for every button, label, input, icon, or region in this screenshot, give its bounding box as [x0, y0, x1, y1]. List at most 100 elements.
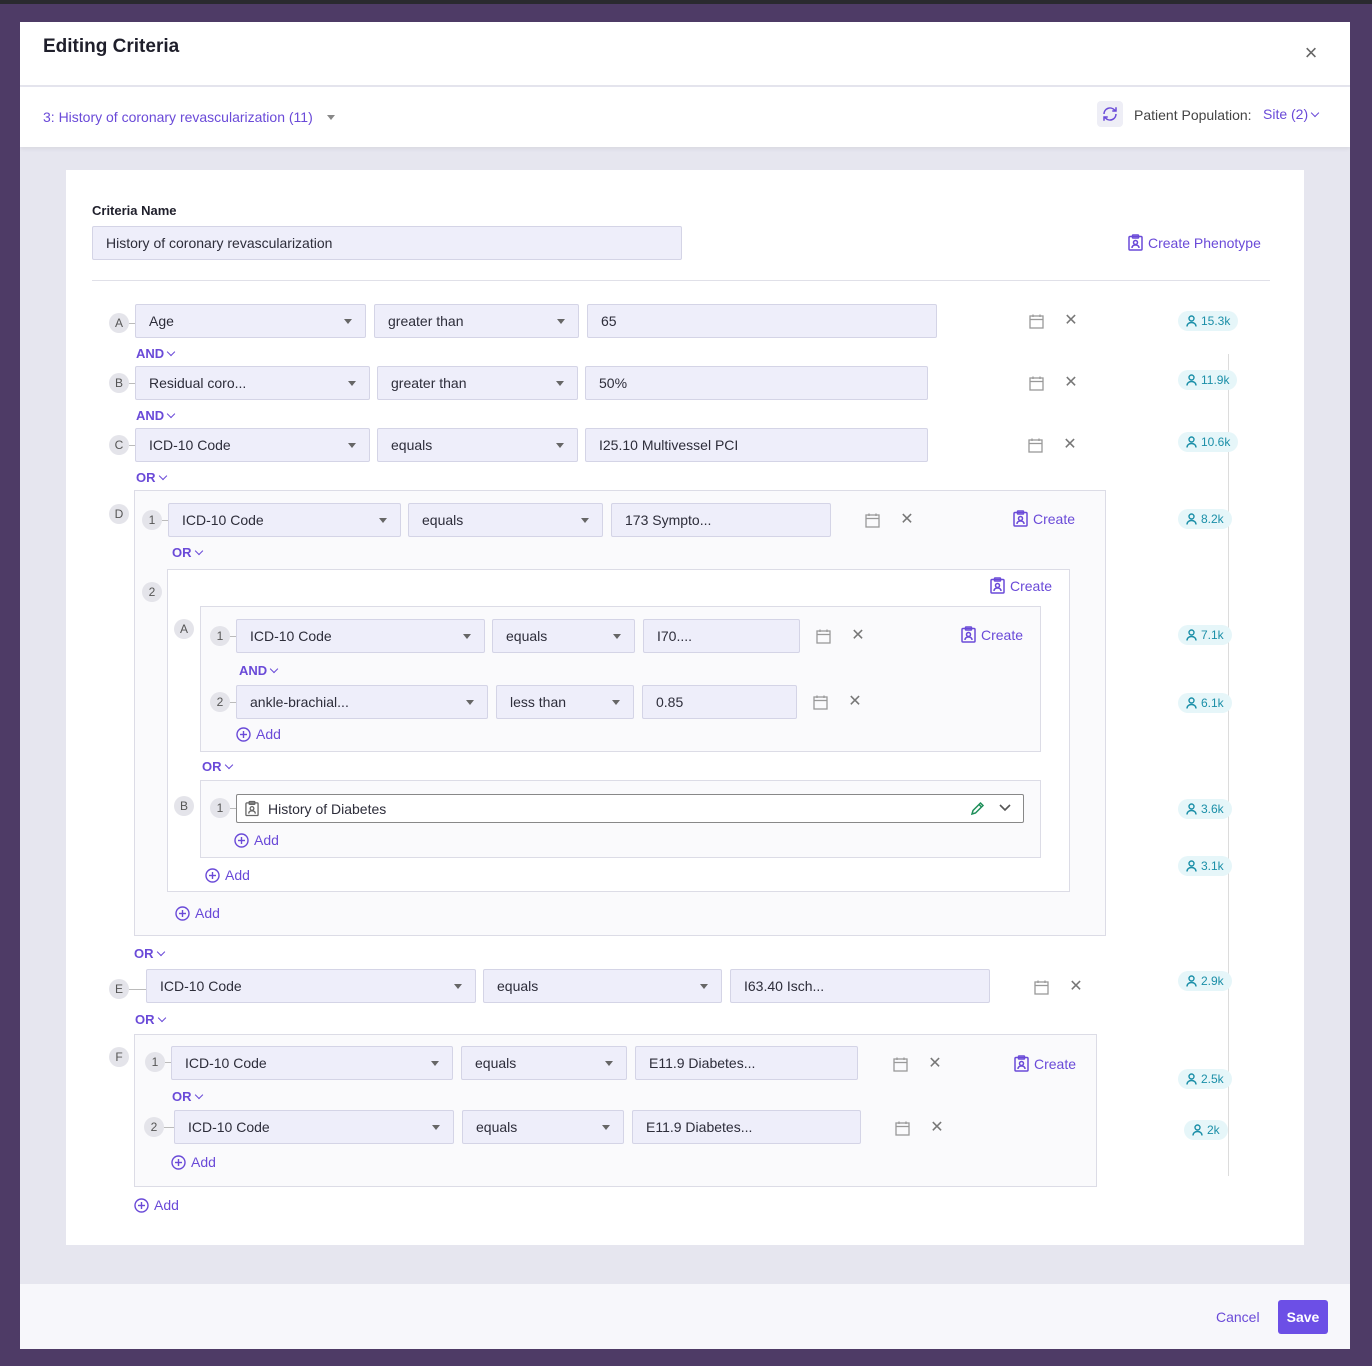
save-button[interactable]: Save [1278, 1300, 1328, 1334]
remove-icon[interactable]: ✕ [1068, 979, 1084, 995]
remove-icon[interactable]: ✕ [1062, 437, 1078, 453]
person-icon [1186, 513, 1197, 525]
remove-icon[interactable]: ✕ [1063, 375, 1079, 391]
field-select[interactable]: ICD-10 Code [171, 1046, 453, 1080]
create-phenotype-button[interactable]: Create [990, 577, 1052, 594]
field-select[interactable]: Residual coro... [135, 366, 370, 400]
row-number-badge: 1 [210, 798, 230, 818]
add-condition-button[interactable]: Add [175, 905, 220, 921]
connector-and-toggle[interactable]: AND [239, 663, 279, 678]
caret-down-icon [326, 115, 335, 120]
remove-icon[interactable]: ✕ [929, 1120, 945, 1136]
connector-or-toggle[interactable]: OR [134, 946, 165, 961]
calendar-icon[interactable] [1033, 979, 1049, 995]
operator-select[interactable]: equals [461, 1046, 627, 1080]
create-phenotype-button[interactable]: Create [961, 626, 1023, 643]
value-input[interactable]: 50% [585, 366, 928, 400]
create-phenotype-button[interactable]: Create [1014, 1055, 1076, 1072]
count-value: 2k [1207, 1123, 1220, 1137]
patient-population-select[interactable]: Site (2) [1263, 106, 1320, 122]
add-condition-button[interactable]: Add [236, 726, 281, 742]
phenotype-select[interactable]: History of Diabetes [236, 794, 1024, 823]
field-select[interactable]: ICD-10 Code [168, 503, 401, 537]
person-icon [1186, 697, 1197, 709]
count-value: 3.1k [1201, 859, 1224, 873]
connector-and-toggle[interactable]: AND [136, 408, 176, 423]
field-select[interactable]: Age [135, 304, 366, 338]
person-icon [1186, 315, 1197, 327]
patient-population-label: Patient Population: [1134, 107, 1252, 123]
chevron-down-icon[interactable] [999, 804, 1011, 812]
criteria-name-input[interactable]: History of coronary revascularization [92, 226, 682, 260]
value-input[interactable]: I63.40 Isch... [730, 969, 990, 1003]
operator-select[interactable]: equals [408, 503, 603, 537]
plus-circle-icon [134, 1197, 149, 1213]
connector-and-toggle[interactable]: AND [136, 346, 176, 361]
calendar-icon[interactable] [864, 512, 880, 528]
connector-label: OR [172, 1089, 192, 1104]
chevron-down-icon [166, 347, 176, 357]
editing-criteria-modal: Editing Criteria × 3: History of coronar… [20, 22, 1350, 1349]
field-select[interactable]: ICD-10 Code [135, 428, 370, 462]
connector-or-toggle[interactable]: OR [202, 759, 233, 774]
create-phenotype-button[interactable]: Create [1013, 510, 1075, 527]
person-icon [1186, 1073, 1197, 1085]
field-select[interactable]: ICD-10 Code [174, 1110, 454, 1144]
operator-select[interactable]: equals [377, 428, 578, 462]
value-input[interactable]: 173 Sympto... [611, 503, 831, 537]
value-input[interactable]: I25.10 Multivessel PCI [585, 428, 928, 462]
calendar-icon[interactable] [892, 1056, 908, 1072]
create-phenotype-button[interactable]: Create Phenotype [1128, 234, 1261, 251]
operator-select[interactable]: equals [492, 619, 635, 653]
add-condition-button[interactable]: Add [171, 1154, 216, 1170]
connector-line [129, 989, 146, 990]
connector-or-toggle[interactable]: OR [172, 1089, 203, 1104]
connector-or-toggle[interactable]: OR [135, 1012, 166, 1027]
add-criteria-button[interactable]: Add [134, 1197, 179, 1213]
remove-icon[interactable]: ✕ [927, 1056, 943, 1072]
operator-select[interactable]: equals [462, 1110, 624, 1144]
close-icon[interactable]: × [1300, 42, 1322, 64]
value-input[interactable]: I70.... [643, 619, 800, 653]
field-select[interactable]: ankle-brachial... [236, 685, 488, 719]
calendar-icon[interactable] [812, 694, 828, 710]
add-condition-button[interactable]: Add [234, 832, 279, 848]
pencil-icon[interactable] [970, 801, 985, 816]
add-label: Add [225, 867, 250, 883]
row-number-badge: 1 [145, 1052, 165, 1072]
remove-icon[interactable]: ✕ [1063, 313, 1079, 329]
add-label: Add [154, 1197, 179, 1213]
field-select[interactable]: ICD-10 Code [236, 619, 485, 653]
cancel-button[interactable]: Cancel [1216, 1309, 1260, 1325]
calendar-icon[interactable] [894, 1120, 910, 1136]
connector-label: OR [172, 545, 192, 560]
refresh-button[interactable] [1097, 101, 1123, 127]
calendar-icon[interactable] [1028, 375, 1044, 391]
patient-count-badge: 2.9k [1178, 971, 1232, 991]
person-icon [1186, 975, 1197, 987]
connector-or-toggle[interactable]: OR [136, 470, 167, 485]
value-input[interactable]: 0.85 [642, 685, 797, 719]
clipboard-icon [990, 577, 1005, 594]
chevron-down-icon [157, 1013, 166, 1023]
modal-footer: Cancel Save [20, 1284, 1350, 1349]
value-input[interactable]: E11.9 Diabetes... [635, 1046, 858, 1080]
field-select[interactable]: ICD-10 Code [146, 969, 476, 1003]
remove-icon[interactable]: ✕ [850, 628, 866, 644]
add-condition-button[interactable]: Add [205, 867, 250, 883]
value-input[interactable]: E11.9 Diabetes... [632, 1110, 861, 1144]
criteria-selector[interactable]: 3: History of coronary revascularization… [43, 109, 335, 125]
add-label: Add [254, 832, 279, 848]
calendar-icon[interactable] [815, 628, 831, 644]
plus-circle-icon [175, 905, 190, 921]
operator-select[interactable]: less than [496, 685, 634, 719]
remove-icon[interactable]: ✕ [847, 694, 863, 710]
calendar-icon[interactable] [1027, 437, 1043, 453]
connector-or-toggle[interactable]: OR [172, 545, 203, 560]
calendar-icon[interactable] [1028, 313, 1044, 329]
value-input[interactable]: 65 [587, 304, 937, 338]
operator-select[interactable]: equals [483, 969, 722, 1003]
remove-icon[interactable]: ✕ [899, 512, 915, 528]
operator-select[interactable]: greater than [377, 366, 578, 400]
operator-select[interactable]: greater than [374, 304, 579, 338]
